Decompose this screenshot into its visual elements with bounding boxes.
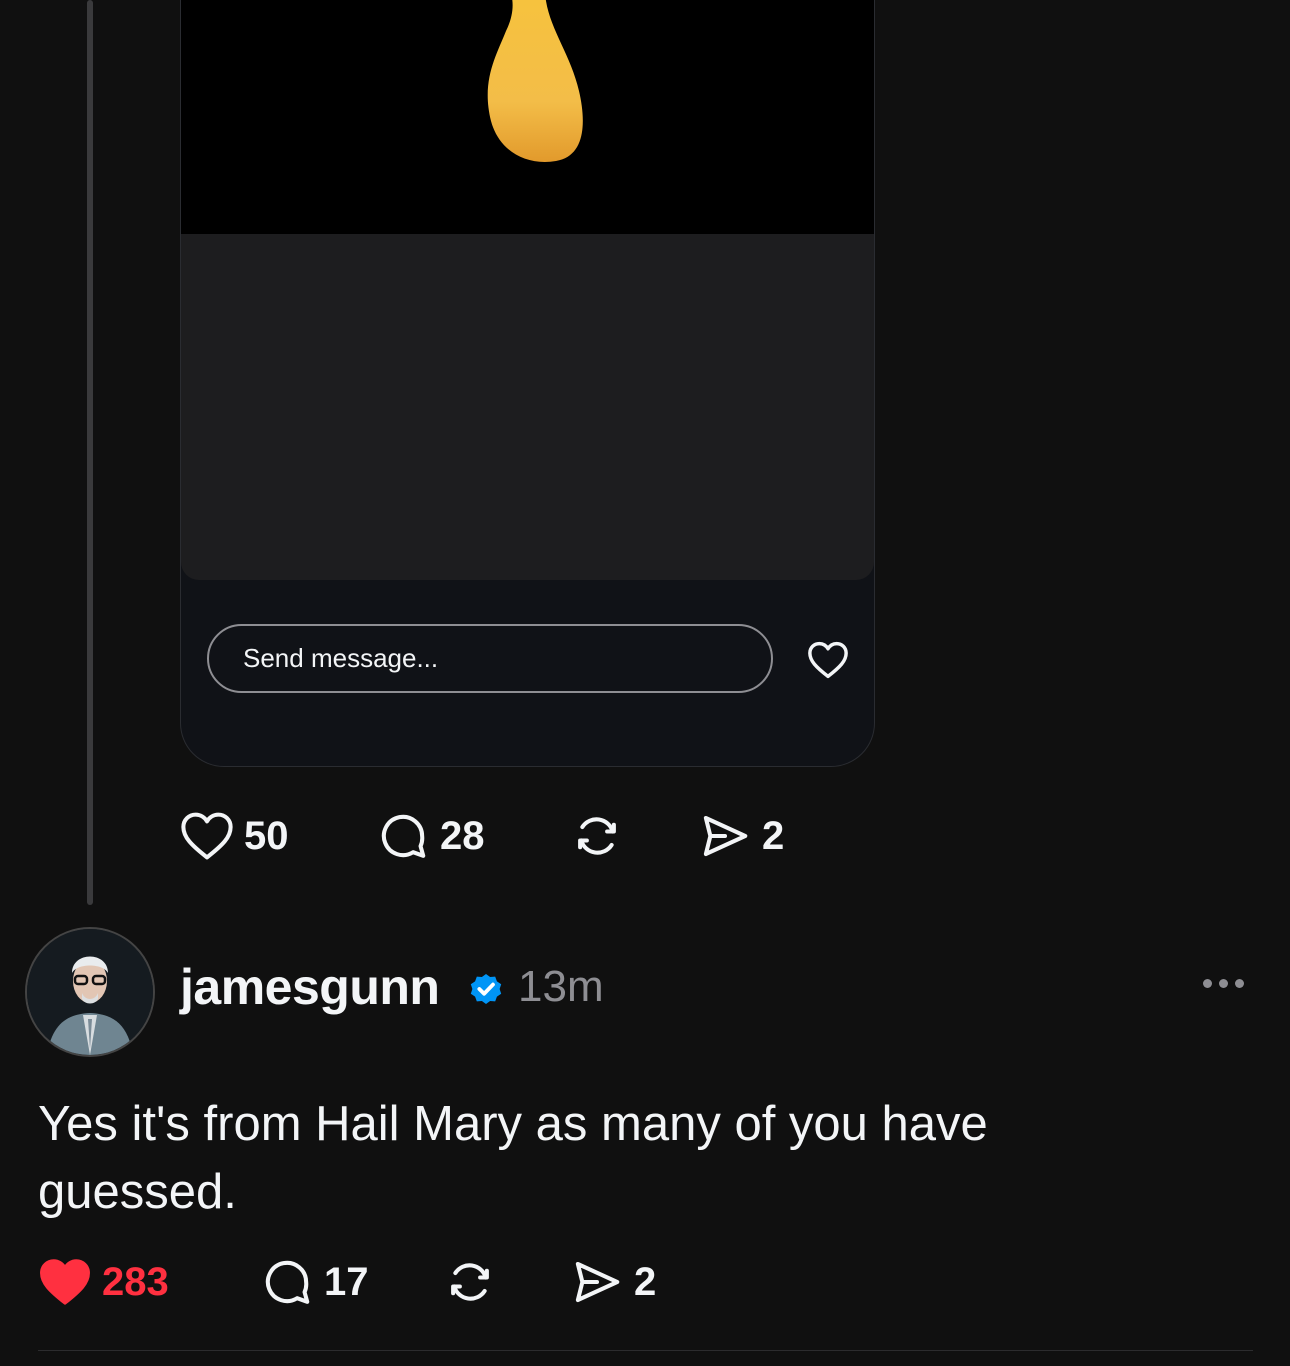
send-message-input[interactable]: Send message... (207, 624, 773, 693)
more-dot-icon (1203, 979, 1212, 988)
repost-button[interactable] (570, 808, 624, 864)
more-options-button[interactable] (1203, 979, 1244, 988)
share-button[interactable]: 2 (570, 1254, 656, 1310)
send-message-placeholder: Send message... (243, 643, 439, 673)
story-media-placeholder (181, 234, 874, 580)
reply-post-actions: 283 17 2 (38, 1254, 698, 1310)
like-count: 50 (244, 814, 289, 858)
comment-icon (381, 814, 426, 858)
story-preview-card[interactable]: Send message... (180, 0, 875, 767)
flame-emoji-image (487, 0, 583, 162)
reply-button[interactable]: 17 (260, 1254, 369, 1310)
verified-badge-icon (470, 973, 502, 1005)
reply-count: 17 (324, 1260, 369, 1304)
profile-photo (27, 929, 153, 1055)
heart-outline-icon[interactable] (807, 641, 849, 679)
heart-outline-icon (181, 812, 233, 860)
post-timestamp: 13m (518, 962, 604, 1011)
repost-icon (578, 817, 616, 855)
thread-connector-line (87, 0, 93, 905)
share-count: 2 (762, 814, 785, 858)
like-count: 283 (102, 1260, 169, 1304)
story-media (181, 0, 874, 234)
post-divider (38, 1350, 1253, 1351)
reply-count: 28 (440, 814, 485, 858)
username[interactable]: jamesgunn (180, 958, 440, 1016)
more-dot-icon (1219, 979, 1228, 988)
like-button[interactable]: 283 (38, 1254, 169, 1310)
share-count: 2 (634, 1260, 657, 1304)
avatar[interactable] (25, 927, 155, 1057)
share-button[interactable]: 2 (698, 808, 784, 864)
send-icon (703, 815, 748, 857)
repost-icon (451, 1263, 489, 1301)
parent-post-actions: 50 28 2 (180, 808, 820, 864)
send-icon (575, 1261, 620, 1303)
reply-button[interactable]: 28 (376, 808, 485, 864)
heart-filled-icon (40, 1259, 90, 1305)
comment-icon (265, 1260, 310, 1304)
post-body-text: Yes it's from Hail Mary as many of you h… (38, 1097, 988, 1219)
repost-button[interactable] (443, 1254, 497, 1310)
more-dot-icon (1235, 979, 1244, 988)
like-button[interactable]: 50 (180, 808, 289, 864)
